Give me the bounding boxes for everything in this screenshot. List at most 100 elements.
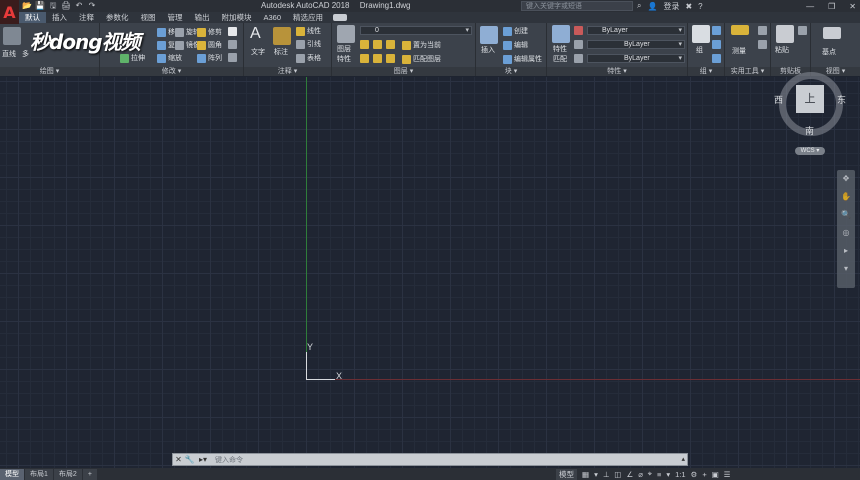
- match-properties-icon[interactable]: [552, 25, 570, 43]
- linetype-dropdown[interactable]: ByLayer: [587, 54, 685, 63]
- showmotion-icon[interactable]: ▸: [837, 242, 855, 260]
- layer-properties-button[interactable]: 图层: [337, 44, 351, 54]
- navbar-menu-icon[interactable]: ▾: [837, 260, 855, 278]
- layer-off-icon[interactable]: [360, 54, 369, 63]
- base-view-button[interactable]: 基点: [822, 47, 836, 57]
- isodraft-icon[interactable]: ∠: [627, 470, 634, 479]
- insert-block-icon[interactable]: [480, 26, 498, 44]
- modify-panel-footer[interactable]: 修改 ▾: [100, 67, 243, 76]
- zoom-icon[interactable]: 🔍: [837, 206, 855, 224]
- hardware-accel-icon[interactable]: ▣: [712, 470, 719, 479]
- tab-featured-apps[interactable]: 精选应用: [287, 12, 329, 23]
- drawing-canvas[interactable]: [0, 77, 860, 468]
- plot-icon[interactable]: 🖨: [61, 1, 71, 10]
- layer-isolate-icon[interactable]: [373, 54, 382, 63]
- save-as-icon[interactable]: 🖫: [48, 1, 58, 10]
- edit-attributes-button[interactable]: 编辑属性: [503, 54, 542, 64]
- text-icon[interactable]: A: [250, 25, 261, 43]
- layer-properties-icon[interactable]: [337, 25, 355, 43]
- tab-layout1[interactable]: 布局1: [25, 468, 53, 480]
- steering-wheel-icon[interactable]: ✥: [837, 170, 855, 188]
- leader-button[interactable]: 引线: [296, 39, 321, 49]
- lineweight-dropdown[interactable]: ByLayer: [587, 40, 685, 49]
- tab-home[interactable]: 默认: [19, 12, 46, 23]
- edit-block-button[interactable]: 编辑: [503, 40, 528, 50]
- group-select-icon[interactable]: [712, 54, 721, 63]
- annotation-scale-icon[interactable]: ▾: [666, 470, 670, 479]
- layer-lock-icon[interactable]: [386, 40, 395, 49]
- dimension-button[interactable]: 标注: [274, 47, 288, 57]
- measure-icon[interactable]: [731, 25, 749, 35]
- recent-commands-icon[interactable]: ▸▾: [195, 454, 211, 465]
- group-edit-icon[interactable]: [712, 40, 721, 49]
- restore-icon[interactable]: ❐: [828, 2, 835, 11]
- paste-button[interactable]: 粘贴: [775, 45, 789, 55]
- make-current-button[interactable]: 置为当前: [402, 40, 441, 50]
- layer-state-icon[interactable]: [360, 40, 369, 49]
- undo-icon[interactable]: ↶: [74, 1, 84, 10]
- lineweight-toggle-icon[interactable]: ≡: [657, 470, 661, 479]
- offset-icon[interactable]: [228, 53, 237, 62]
- measure-button[interactable]: 测量: [732, 46, 746, 56]
- tab-layout2[interactable]: 布局2: [53, 468, 82, 480]
- autocad-logo-icon[interactable]: A: [0, 0, 19, 24]
- tab-manage[interactable]: 管理: [162, 12, 189, 23]
- group-button[interactable]: 组: [696, 45, 703, 55]
- block-panel-footer[interactable]: 块 ▾: [476, 67, 546, 76]
- help-search-input[interactable]: 键入关键字或短语: [521, 1, 633, 11]
- groups-panel-footer[interactable]: 组 ▾: [688, 67, 724, 76]
- draw-panel-footer[interactable]: 绘图 ▾: [0, 67, 99, 76]
- tab-output[interactable]: 输出: [189, 12, 216, 23]
- fillet-button[interactable]: 圆角: [197, 40, 222, 50]
- login-button[interactable]: 登录: [663, 1, 679, 12]
- group-icon[interactable]: [692, 25, 710, 43]
- line-button[interactable]: 直线: [2, 49, 16, 59]
- tab-parametric[interactable]: 参数化: [100, 12, 135, 23]
- layers-panel-footer[interactable]: 图层 ▾: [332, 67, 475, 76]
- tab-view[interactable]: 视图: [135, 12, 162, 23]
- tab-annotate[interactable]: 注释: [73, 12, 100, 23]
- command-history-icon[interactable]: ▴: [681, 455, 685, 463]
- customize-wrench-icon[interactable]: 🔧: [184, 454, 195, 465]
- polyline-button[interactable]: 多: [22, 49, 29, 59]
- orbit-icon[interactable]: ◎: [837, 224, 855, 242]
- tab-insert[interactable]: 插入: [46, 12, 73, 23]
- viewcube-south[interactable]: 南: [805, 124, 814, 137]
- create-block-button[interactable]: 创建: [503, 26, 528, 36]
- viewcube-west[interactable]: 西: [774, 93, 783, 106]
- minimize-icon[interactable]: —: [806, 2, 814, 11]
- redo-icon[interactable]: ↷: [87, 1, 97, 10]
- workspace-gear-icon[interactable]: ⚙: [691, 470, 698, 479]
- tab-addins[interactable]: 附加模块: [216, 12, 258, 23]
- trim-button[interactable]: 修剪: [197, 27, 222, 37]
- table-button[interactable]: 表格: [296, 53, 321, 63]
- match-layer-button[interactable]: 匹配图层: [402, 54, 441, 64]
- model-space-button[interactable]: 模型: [556, 468, 577, 480]
- layer-freeze-icon[interactable]: [373, 40, 382, 49]
- dimension-icon[interactable]: [273, 27, 291, 45]
- explode-icon[interactable]: [228, 40, 237, 49]
- otrack-icon[interactable]: ⌖: [648, 469, 652, 479]
- color-dropdown[interactable]: ByLayer: [587, 26, 685, 35]
- ungroup-icon[interactable]: [712, 26, 721, 35]
- user-icon[interactable]: 👤: [647, 2, 657, 11]
- layer-walk-icon[interactable]: [386, 54, 395, 63]
- erase-icon[interactable]: [228, 27, 237, 36]
- close-icon[interactable]: ✕: [849, 2, 856, 11]
- ribbon-toggle-button[interactable]: [333, 14, 348, 21]
- match-properties-button[interactable]: 特性: [553, 44, 567, 54]
- plus-icon[interactable]: +: [702, 470, 706, 479]
- utilities-panel-footer[interactable]: 实用工具 ▾: [725, 67, 770, 76]
- paste-icon[interactable]: [776, 25, 794, 43]
- annotation-scale-value[interactable]: 1:1: [675, 470, 685, 479]
- properties-panel-footer[interactable]: 特性 ▾: [547, 67, 687, 76]
- base-view-icon[interactable]: [823, 27, 841, 39]
- polar-icon[interactable]: ◫: [614, 470, 621, 479]
- grid-icon[interactable]: ▦: [582, 470, 589, 479]
- save-icon[interactable]: 💾: [35, 1, 45, 10]
- open-icon[interactable]: 📂: [22, 1, 32, 10]
- array-button[interactable]: 阵列: [197, 53, 222, 63]
- text-button[interactable]: 文字: [251, 47, 265, 57]
- copy-clip-icon[interactable]: [798, 26, 807, 35]
- line-icon[interactable]: [3, 27, 21, 45]
